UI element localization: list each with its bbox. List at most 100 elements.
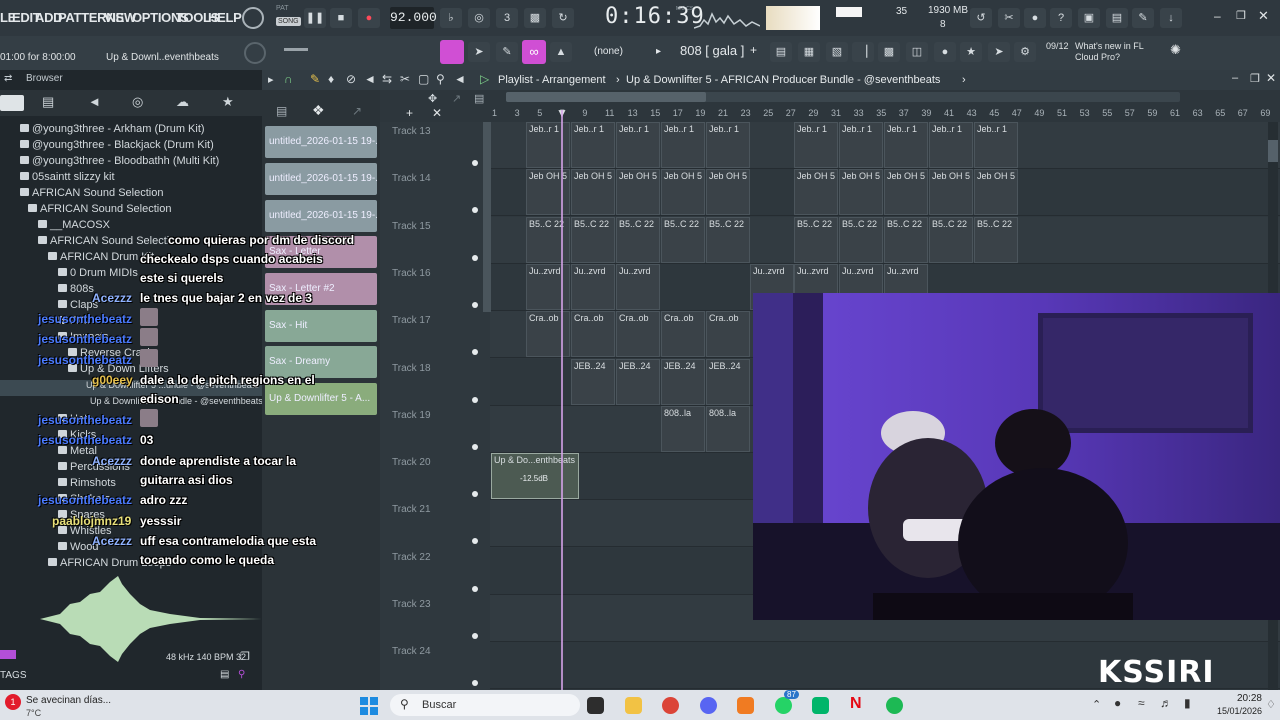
playlist-clip[interactable]: B5..C 22	[706, 216, 750, 263]
track-row[interactable]: B5..C 22 B5..C 22 B5..C 22 B5..C 22 B5..C 22…	[490, 216, 1280, 264]
scissors-icon[interactable]: ✂	[998, 8, 1020, 28]
tray-mic-icon[interactable]: ●	[1114, 696, 1121, 710]
playlist-icon[interactable]: ▤	[770, 42, 792, 62]
browser-tab-all-icon[interactable]	[0, 95, 24, 111]
playlist-clip[interactable]: Jeb OH 5	[794, 169, 838, 216]
playlist-clip[interactable]: B5..C 22	[929, 216, 973, 263]
track-mute-led[interactable]	[472, 160, 478, 166]
playlist-view-icon[interactable]	[440, 40, 464, 64]
playlist-clip[interactable]: Jeb..r 1	[661, 122, 705, 168]
record-button[interactable]: ●	[358, 8, 380, 28]
chrome-icon[interactable]	[662, 697, 679, 714]
track-header[interactable]: Track 20	[392, 457, 484, 504]
tray-expand-icon[interactable]: ⌃	[1092, 698, 1101, 711]
playlist-clip[interactable]: Jeb..r 1	[929, 122, 973, 168]
browser-tab-cloud-icon[interactable]: ☁	[176, 94, 189, 110]
track-header[interactable]: Track 17	[392, 315, 484, 362]
picker-patterns-icon[interactable]: ▤	[276, 104, 287, 118]
stop-button[interactable]: ■	[330, 8, 352, 28]
playlist-clip[interactable]: Jeb OH 5	[929, 169, 973, 216]
track-mute-led[interactable]	[472, 538, 478, 545]
ruler-bar-number[interactable]: 59	[1147, 108, 1157, 118]
battery-icon[interactable]: ▮	[1184, 696, 1191, 710]
playlist-clip[interactable]: Jeb..r 1	[974, 122, 1018, 168]
playlist-clip[interactable]: JEB..24	[661, 358, 705, 405]
playlist-clip[interactable]: 808..la	[706, 405, 750, 452]
browser-item[interactable]: AFRICAN Sound Selection	[20, 187, 163, 199]
playlist-clip[interactable]: Jeb..r 1	[616, 122, 660, 168]
whatsapp-icon[interactable]	[775, 697, 792, 714]
browser-tab-files-icon[interactable]: ▤	[42, 94, 54, 110]
channel-selector[interactable]: 808 [ gala ]	[680, 43, 744, 58]
ruler-bar-number[interactable]: 29	[808, 108, 818, 118]
pattern-item[interactable]: untitled_2026-01-15 19-...	[265, 200, 377, 232]
track-header[interactable]: Track 18	[392, 363, 484, 410]
ruler-bar-number[interactable]: 25	[763, 108, 773, 118]
tag-search-icon[interactable]: ⚲	[238, 669, 245, 680]
step-edit-icon[interactable]: ▩	[524, 8, 546, 28]
playlist-clip[interactable]: Jeb OH 5	[571, 169, 615, 216]
browser-tab-favorites-icon[interactable]: ★	[222, 94, 234, 110]
browser-tab-plugins-icon[interactable]: ◄	[88, 94, 101, 109]
playlist-clip[interactable]: Jeb..r 1	[794, 122, 838, 168]
download-icon[interactable]: ↓	[1160, 8, 1182, 28]
playlist-clip[interactable]: Ju..zvrd	[616, 263, 660, 310]
pattern-item[interactable]: untitled_2026-01-15 19-...	[265, 126, 377, 158]
playlist-clip[interactable]: Cra..ob	[706, 311, 750, 358]
ruler-bar-number[interactable]: 39	[921, 108, 931, 118]
taskbar-date[interactable]: 15/01/2026	[1212, 706, 1262, 716]
ruler-bar-number[interactable]: 21	[718, 108, 728, 118]
play-button[interactable]: ❚❚	[304, 8, 326, 28]
spotify-icon[interactable]	[886, 697, 903, 714]
piano-roll-icon[interactable]: ▧	[826, 42, 848, 62]
track-header[interactable]: Track 22	[392, 552, 484, 599]
ruler-bar-number[interactable]: 9	[582, 108, 587, 118]
loop-record-icon[interactable]: ↻	[552, 8, 574, 28]
playlist-clip[interactable]: B5..C 22	[974, 216, 1018, 263]
ruler-bar-number[interactable]: 11	[605, 108, 614, 118]
track-mute-led[interactable]	[472, 491, 478, 498]
slip-tool-icon[interactable]: ⇆	[382, 72, 392, 86]
timeline-scroll-thumb[interactable]	[506, 92, 706, 102]
browser-item[interactable]: __MACOSX	[38, 219, 110, 231]
playlist-clip[interactable]: B5..C 22	[839, 216, 883, 263]
playlist-clip[interactable]: JEB..24	[616, 358, 660, 405]
track-mute-led[interactable]	[472, 585, 478, 592]
ruler-bar-number[interactable]: 61	[1170, 108, 1180, 118]
stamp-icon[interactable]: ▲	[550, 42, 572, 62]
playlist-close-icon[interactable]: ✕	[1266, 71, 1276, 85]
scroll-arrow-icon[interactable]: ↗	[452, 92, 461, 105]
link-icon[interactable]: ∞	[522, 40, 546, 64]
track-header[interactable]: Track 14	[392, 173, 484, 220]
playlist-clip[interactable]: Jeb..r 1	[526, 122, 570, 168]
pattern-selector[interactable]: (none)	[594, 46, 623, 57]
browser-item[interactable]: 05saintt slizzy kit	[20, 171, 115, 183]
playlist-clip[interactable]: Jeb OH 5	[661, 169, 705, 216]
tempo-display[interactable]: 92.000	[390, 7, 437, 29]
paint-tool-icon[interactable]: ♦	[328, 72, 334, 86]
export-icon[interactable]: ▤	[1106, 8, 1128, 28]
metronome-icon[interactable]: ♭	[440, 8, 462, 28]
track-row[interactable]: Jeb..r 1 Jeb..r 1 Jeb..r 1 Jeb..r 1 Jeb..r 1…	[490, 122, 1280, 169]
wifi-icon[interactable]: ≈	[1138, 696, 1145, 710]
browser-tab-web-icon[interactable]: ◎	[132, 94, 143, 110]
delete-tool-icon[interactable]: ⊘	[346, 72, 356, 86]
browser-item[interactable]: @young3three - Arkham (Drum Kit)	[20, 123, 205, 135]
browser-arrow-icon[interactable]: ⇄	[4, 73, 12, 84]
audio-clip-item[interactable]: Sax - Hit	[265, 310, 377, 342]
ruler-bar-number[interactable]: 57	[1125, 108, 1135, 118]
pencil-icon[interactable]: ✎	[496, 42, 518, 62]
playlist-clip[interactable]: Jeb OH 5	[974, 169, 1018, 216]
select-tool-icon[interactable]: ▢	[418, 72, 429, 86]
plugin-icon[interactable]: ●	[934, 42, 956, 62]
file-explorer-dark-icon[interactable]	[587, 697, 604, 714]
ruler-bar-number[interactable]: 13	[628, 108, 638, 118]
add-track-icon[interactable]: +	[406, 106, 413, 120]
arrow-right-icon[interactable]: ➤	[468, 42, 490, 62]
wait-for-input-icon[interactable]: ◎	[468, 8, 490, 28]
mute-tool-icon[interactable]: ◄	[364, 72, 376, 86]
ruler-bar-number[interactable]: 47	[1012, 108, 1022, 118]
track-mute-led[interactable]	[472, 443, 478, 450]
notification-bell-icon[interactable]: ♢	[1266, 698, 1276, 711]
playlist-clip[interactable]: Cra..ob	[526, 311, 570, 358]
